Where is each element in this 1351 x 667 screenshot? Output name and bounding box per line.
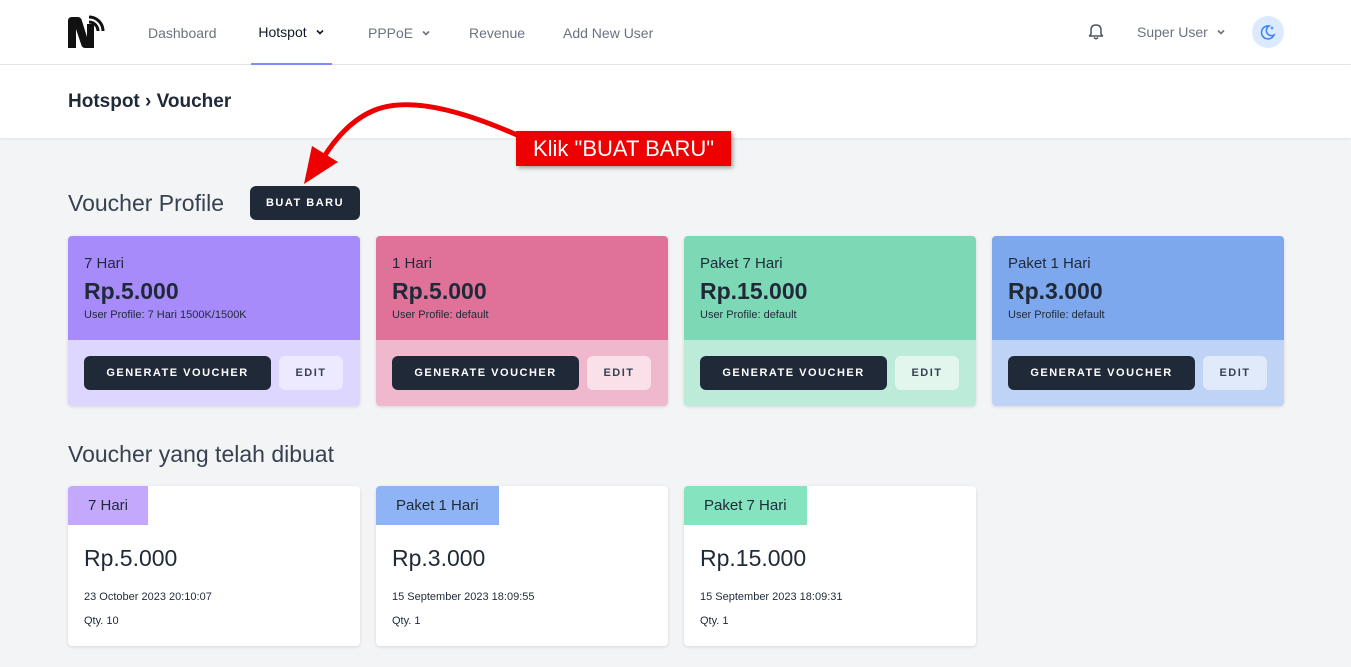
- nav-add-new-user-label: Add New User: [563, 24, 654, 41]
- profile-price: Rp.15.000: [700, 278, 808, 304]
- voucher-price: Rp.15.000: [700, 545, 807, 571]
- nav-add-new-user[interactable]: Add New User: [563, 0, 653, 65]
- created-voucher-card[interactable]: 7 Hari Rp.5.000 23 October 2023 20:10:07…: [68, 486, 360, 646]
- voucher-tag: Paket 7 Hari: [684, 486, 807, 525]
- voucher-profile-card: 1 Hari Rp.5.000 User Profile: default GE…: [376, 236, 668, 406]
- edit-profile-button[interactable]: EDIT: [895, 356, 959, 390]
- voucher-date: 23 October 2023 20:10:07: [84, 591, 212, 603]
- profile-name: 7 Hari: [84, 255, 125, 272]
- voucher-profile-title: Voucher Profile: [68, 190, 224, 216]
- profile-card-actions: GENERATE VOUCHER EDIT: [992, 340, 1284, 406]
- chevron-down-icon: [422, 30, 430, 36]
- nav-revenue-label: Revenue: [469, 24, 526, 41]
- created-voucher-card[interactable]: Paket 7 Hari Rp.15.000 15 September 2023…: [684, 486, 976, 646]
- moon-stars-icon: [1260, 25, 1276, 40]
- top-navbar: Dashboard Hotspot PPPoE Revenue Add New …: [0, 0, 1351, 65]
- created-voucher-card[interactable]: Paket 1 Hari Rp.3.000 15 September 2023 …: [376, 486, 668, 646]
- generate-voucher-button[interactable]: GENERATE VOUCHER: [392, 356, 579, 390]
- profile-card-header: 1 Hari Rp.5.000 User Profile: default: [376, 236, 668, 340]
- profile-card-actions: GENERATE VOUCHER EDIT: [376, 340, 668, 406]
- profile-name: 1 Hari: [392, 255, 433, 272]
- nav-revenue[interactable]: Revenue: [469, 0, 525, 65]
- chevron-down-icon: [316, 29, 324, 35]
- profile-card-header: 7 Hari Rp.5.000 User Profile: 7 Hari 150…: [68, 236, 360, 340]
- voucher-qty: Qty. 10: [84, 615, 119, 627]
- voucher-price: Rp.5.000: [84, 545, 178, 571]
- nav-pppoe[interactable]: PPPoE: [368, 0, 431, 65]
- chevron-down-icon: [1217, 29, 1225, 35]
- profile-user-profile: User Profile: default: [700, 309, 797, 321]
- brand-logo[interactable]: [67, 15, 105, 49]
- user-name: Super User: [1137, 23, 1208, 40]
- theme-toggle-button[interactable]: [1252, 16, 1284, 48]
- generate-voucher-button[interactable]: GENERATE VOUCHER: [700, 356, 887, 390]
- profile-user-profile: User Profile: default: [1008, 309, 1105, 321]
- generate-voucher-button[interactable]: GENERATE VOUCHER: [84, 356, 271, 390]
- voucher-profile-card: 7 Hari Rp.5.000 User Profile: 7 Hari 150…: [68, 236, 360, 406]
- edit-profile-button[interactable]: EDIT: [279, 356, 343, 390]
- profile-price: Rp.3.000: [1008, 278, 1103, 304]
- profile-price: Rp.5.000: [84, 278, 179, 304]
- profile-user-profile: User Profile: default: [392, 309, 489, 321]
- voucher-tag: Paket 1 Hari: [376, 486, 499, 525]
- breadcrumb: Hotspot › Voucher: [68, 91, 232, 112]
- voucher-date: 15 September 2023 18:09:31: [700, 591, 843, 603]
- voucher-price: Rp.3.000: [392, 545, 486, 571]
- profile-card-actions: GENERATE VOUCHER EDIT: [684, 340, 976, 406]
- created-vouchers-title: Voucher yang telah dibuat: [68, 441, 334, 467]
- profile-card-header: Paket 7 Hari Rp.15.000 User Profile: def…: [684, 236, 976, 340]
- annotation-callout: Klik "BUAT BARU": [516, 131, 731, 166]
- profile-name: Paket 7 Hari: [700, 255, 783, 272]
- profile-card-header: Paket 1 Hari Rp.3.000 User Profile: defa…: [992, 236, 1284, 340]
- profile-card-actions: GENERATE VOUCHER EDIT: [68, 340, 360, 406]
- profile-price: Rp.5.000: [392, 278, 487, 304]
- bell-icon[interactable]: [1086, 22, 1106, 42]
- nav-hotspot[interactable]: Hotspot: [251, 0, 332, 65]
- voucher-qty: Qty. 1: [700, 615, 729, 627]
- nav-pppoe-label: PPPoE: [368, 24, 414, 41]
- user-menu[interactable]: Super User: [1137, 0, 1226, 63]
- profile-name: Paket 1 Hari: [1008, 255, 1091, 272]
- voucher-date: 15 September 2023 18:09:55: [392, 591, 535, 603]
- nav-hotspot-label: Hotspot: [258, 23, 307, 40]
- voucher-tag: 7 Hari: [68, 486, 149, 525]
- buat-baru-button[interactable]: BUAT BARU: [250, 186, 360, 220]
- edit-profile-button[interactable]: EDIT: [1203, 356, 1267, 390]
- nav-dashboard[interactable]: Dashboard: [148, 0, 217, 65]
- page-header: Hotspot › Voucher: [0, 65, 1351, 138]
- edit-profile-button[interactable]: EDIT: [587, 356, 651, 390]
- voucher-qty: Qty. 1: [392, 615, 421, 627]
- profile-user-profile: User Profile: 7 Hari 1500K/1500K: [84, 309, 247, 321]
- nav-dashboard-label: Dashboard: [148, 24, 217, 41]
- generate-voucher-button[interactable]: GENERATE VOUCHER: [1008, 356, 1195, 390]
- voucher-profile-card: Paket 7 Hari Rp.15.000 User Profile: def…: [684, 236, 976, 406]
- voucher-profile-card: Paket 1 Hari Rp.3.000 User Profile: defa…: [992, 236, 1284, 406]
